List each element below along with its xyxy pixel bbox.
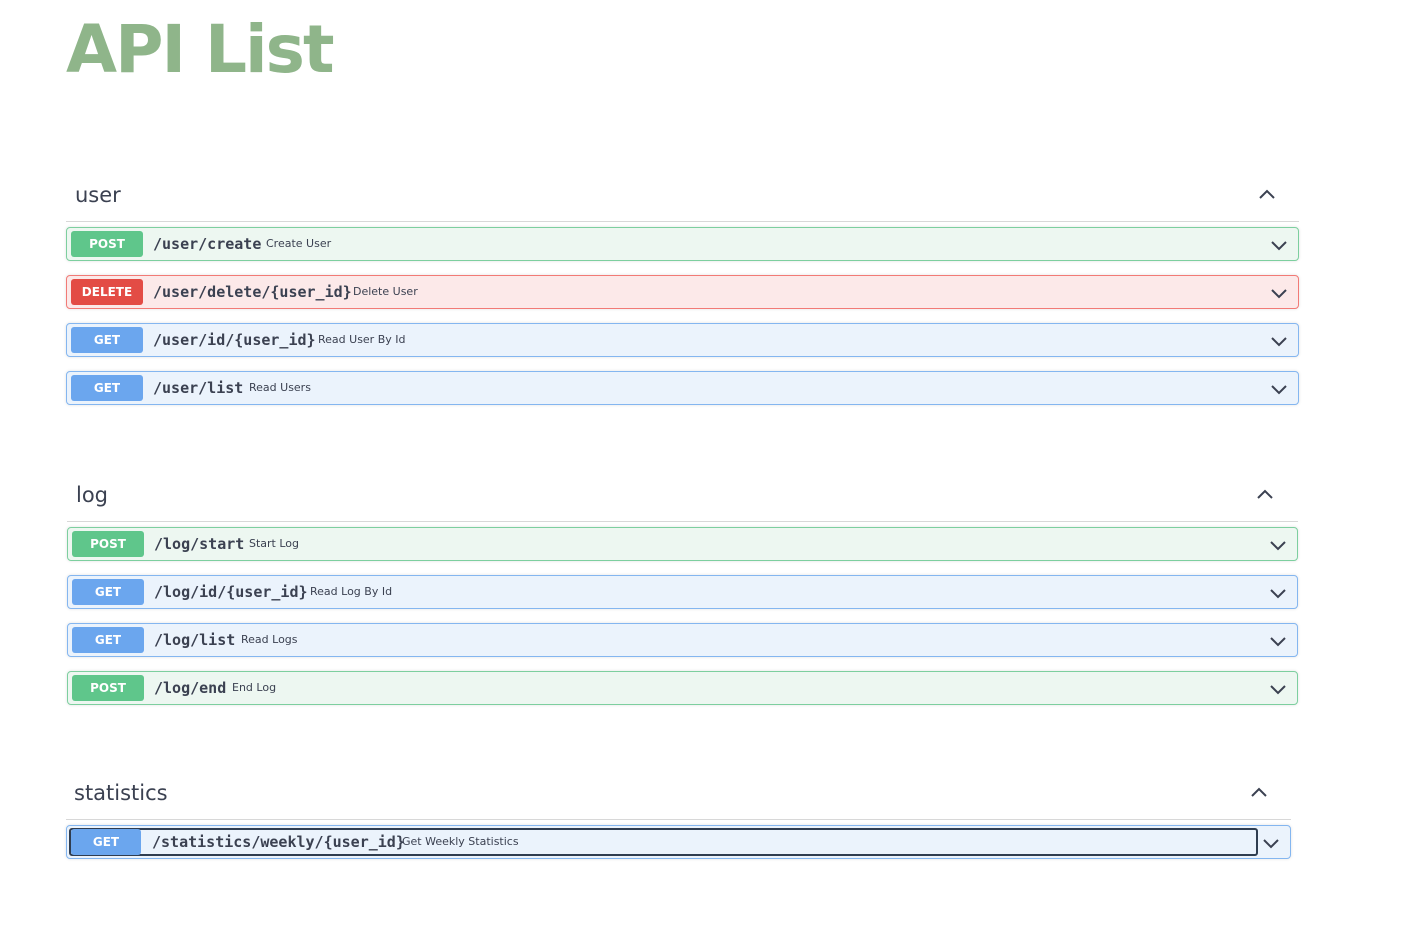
operation-summary: Read User By Id	[318, 333, 406, 346]
operation-log-end[interactable]: POST /log/end End Log	[67, 671, 1298, 705]
operation-summary: Read Log By Id	[310, 585, 393, 598]
chevron-up-icon	[1259, 189, 1275, 199]
chevron-down-icon[interactable]	[1269, 680, 1287, 698]
chevron-down-icon[interactable]	[1270, 332, 1288, 350]
operation-summary: Read Users	[249, 381, 311, 394]
method-badge: GET	[71, 375, 143, 401]
operation-user-create[interactable]: POST /user/create Create User	[66, 227, 1299, 261]
chevron-down-icon[interactable]	[1269, 584, 1287, 602]
operation-summary: Read Logs	[241, 633, 298, 646]
operation-path: /log/start	[154, 535, 245, 553]
method-badge: GET	[71, 327, 143, 353]
operation-path: /user/id/{user_id}	[153, 331, 316, 349]
method-badge: POST	[72, 675, 144, 701]
operation-summary: Delete User	[353, 285, 418, 298]
operation-path: /user/create	[153, 235, 262, 253]
section-log: log POST /log/start Start Log GET /log/i…	[67, 473, 1298, 705]
operation-path: /log/list	[154, 631, 236, 649]
operation-summary: Start Log	[249, 537, 300, 550]
operation-user-read-by-id[interactable]: GET /user/id/{user_id} Read User By Id	[66, 323, 1299, 357]
chevron-down-icon[interactable]	[1269, 632, 1287, 650]
operation-path: /user/list	[153, 379, 244, 397]
method-badge: GET	[71, 829, 141, 855]
operation-log-list[interactable]: GET /log/list Read Logs	[67, 623, 1298, 657]
method-badge: DELETE	[71, 279, 143, 305]
method-badge: POST	[71, 231, 143, 257]
operation-user-delete[interactable]: DELETE /user/delete/{user_id} Delete Use…	[66, 275, 1299, 309]
section-header-user[interactable]: user	[66, 173, 1299, 222]
chevron-up-icon	[1251, 787, 1267, 797]
section-statistics: statistics GET /statistics/weekly/{user_…	[66, 771, 1291, 859]
section-title: log	[76, 483, 109, 507]
operation-path: /log/id/{user_id}	[154, 583, 308, 601]
chevron-down-icon[interactable]	[1270, 284, 1288, 302]
section-header-statistics[interactable]: statistics	[66, 771, 1291, 820]
chevron-down-icon[interactable]	[1270, 236, 1288, 254]
method-badge: GET	[72, 627, 144, 653]
section-title: user	[75, 183, 121, 207]
method-badge: POST	[72, 531, 144, 557]
operation-path: /log/end	[154, 679, 227, 697]
operation-log-start[interactable]: POST /log/start Start Log	[67, 527, 1298, 561]
operation-summary: Create User	[266, 237, 332, 250]
operation-summary: End Log	[232, 681, 277, 694]
chevron-up-icon	[1257, 489, 1273, 499]
method-badge: GET	[72, 579, 144, 605]
section-header-log[interactable]: log	[67, 473, 1298, 522]
operation-path: /user/delete/{user_id}	[153, 283, 352, 301]
operation-summary: Get Weekly Statistics	[402, 835, 519, 848]
operation-path: /statistics/weekly/{user_id}	[152, 833, 405, 851]
section-title: statistics	[74, 781, 168, 805]
chevron-down-icon[interactable]	[1270, 380, 1288, 398]
chevron-down-icon[interactable]	[1269, 536, 1287, 554]
operation-statistics-weekly[interactable]: GET /statistics/weekly/{user_id} Get Wee…	[66, 825, 1291, 859]
section-user: user POST /user/create Create User DELET…	[66, 173, 1299, 405]
page-title: API List	[66, 11, 334, 88]
chevron-down-icon[interactable]	[1262, 834, 1280, 852]
operation-log-read-by-id[interactable]: GET /log/id/{user_id} Read Log By Id	[67, 575, 1298, 609]
operation-user-list[interactable]: GET /user/list Read Users	[66, 371, 1299, 405]
